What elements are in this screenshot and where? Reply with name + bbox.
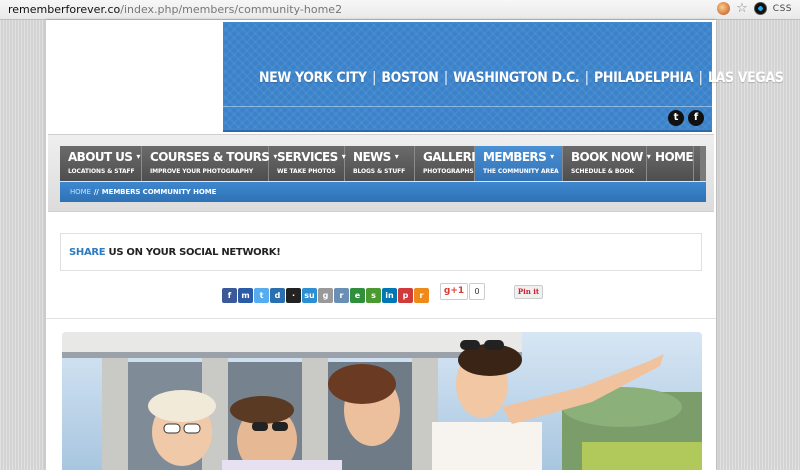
header-social-links: t f (668, 110, 704, 126)
chevron-down-icon: ▾ (136, 152, 140, 161)
nav-item-members[interactable]: MEMBERS ▾ THE COMMUNITY AREA (475, 146, 563, 181)
extension-icon[interactable] (753, 2, 767, 15)
main-nav: ABOUT US ▾ LOCATIONS & STAFF COURSES & TOUR… (60, 146, 706, 181)
nav-item-label: BOOK NOW ▾ (571, 150, 651, 164)
share-heading-text: US ON YOUR SOCIAL NETWORK! (105, 247, 281, 258)
nav-item-label: GALLERIES (423, 150, 491, 164)
city-separator: | (443, 70, 448, 86)
nav-item-label-text: MEMBERS (483, 150, 547, 164)
nav-item-label: COURSES & TOURS ▾ (150, 150, 277, 164)
nav-item-about-us[interactable]: ABOUT US ▾ LOCATIONS & STAFF (60, 146, 142, 181)
nav-item-subtitle: THE COMMUNITY AREA (483, 168, 559, 175)
city-name: NEW YORK CITY (259, 70, 367, 86)
twitter-share-icon[interactable]: t (254, 288, 269, 303)
city-name: PHILADELPHIA (594, 70, 694, 86)
evernote-share-icon[interactable]: e (350, 288, 365, 303)
facebook-icon[interactable]: f (688, 110, 704, 126)
reddit-share-icon[interactable]: r (334, 288, 349, 303)
google-plus-button[interactable]: g+1 (440, 283, 468, 300)
city-separator: | (372, 70, 376, 86)
chevron-down-icon: ▾ (550, 152, 554, 161)
url-domain: rememberforever.co (8, 3, 121, 16)
browser-url-bar[interactable]: rememberforever.co/index.php/members/com… (0, 0, 800, 20)
share-icon[interactable]: s (366, 288, 381, 303)
breadcrumb-separator: // (93, 188, 99, 196)
share-icons-row: f m t d · su g r e s in p r (222, 288, 429, 303)
google-share-icon[interactable]: g (318, 288, 333, 303)
nav-item-label-text: SERVICES (277, 150, 338, 164)
browser-toolbar-icons: ☆ CSS (717, 2, 792, 15)
banner-divider (223, 106, 712, 107)
nav-item-label: NEWS ▾ (353, 150, 414, 164)
css-extension-label[interactable]: CSS (773, 4, 792, 14)
nav-item-label-text: COURSES & TOURS (150, 150, 270, 164)
hero-photo-illustration (62, 332, 702, 470)
site-blocker-icon[interactable] (717, 2, 731, 15)
pinterest-share-icon[interactable]: p (398, 288, 413, 303)
nav-item-book-now[interactable]: BOOK NOW ▾ SCHEDULE & BOOK (563, 146, 651, 181)
header-banner: NEW YORK CITY | BOSTON | WASHINGTON D.C. | PHI… (223, 22, 784, 132)
city-name: WASHINGTON D.C. (453, 70, 580, 86)
city-name: BOSTON (381, 70, 439, 86)
twitter-icon[interactable]: t (668, 110, 684, 126)
nav-item-home[interactable]: HOME (647, 146, 694, 181)
nav-item-courses-tours[interactable]: COURSES & TOURS ▾ IMPROVE YOUR PHOTOGRAPHY (142, 146, 277, 181)
url-text[interactable]: rememberforever.co/index.php/members/com… (8, 3, 342, 16)
linkedin-share-icon[interactable]: in (382, 288, 397, 303)
facebook-share-icon[interactable]: f (222, 288, 237, 303)
stumbleupon-share-icon[interactable]: su (302, 288, 317, 303)
url-path: /index.php/members/community-home2 (120, 3, 343, 16)
digg-share-icon[interactable]: d (270, 288, 285, 303)
city-separator: | (698, 70, 703, 86)
nav-item-subtitle: WE TAKE PHOTOS (277, 168, 336, 175)
nav-item-subtitle: PHOTOGRAPHS (423, 168, 474, 175)
breadcrumb-home-link[interactable]: HOME (70, 188, 91, 196)
city-separator: | (584, 70, 589, 86)
nav-item-subtitle: BLOGS & STUFF (353, 168, 406, 175)
nav-item-label: ABOUT US ▾ (68, 150, 141, 164)
content-divider (46, 318, 716, 319)
chevron-down-icon: ▾ (394, 152, 399, 161)
nav-item-subtitle: LOCATIONS & STAFF (68, 168, 135, 175)
nav-item-label-text: ABOUT US (68, 150, 133, 164)
nav-item-news[interactable]: NEWS ▾ BLOGS & STUFF (345, 146, 415, 181)
nav-item-label-text: NEWS (353, 150, 391, 164)
share-keyword: SHARE (69, 247, 106, 258)
rss-share-icon[interactable]: r (414, 288, 429, 303)
nav-item-subtitle: SCHEDULE & BOOK (571, 168, 634, 175)
myspace-share-icon[interactable]: m (238, 288, 253, 303)
delicious-share-icon[interactable]: · (286, 288, 301, 303)
google-plus-count: 0 (469, 283, 485, 300)
nav-item-subtitle: IMPROVE YOUR PHOTOGRAPHY (150, 168, 254, 175)
logo-area (46, 20, 222, 132)
nav-item-label: SERVICES ▾ (277, 150, 346, 164)
nav-item-label-text: BOOK NOW (571, 150, 643, 164)
bookmark-star-icon[interactable]: ☆ (736, 2, 748, 15)
nav-item-label: HOME (655, 150, 694, 164)
nav-item-galleries[interactable]: GALLERIES PHOTOGRAPHS (415, 146, 491, 181)
navigation-area: ABOUT US ▾ LOCATIONS & STAFF COURSES & TOUR… (48, 134, 714, 212)
city-list: NEW YORK CITY | BOSTON | WASHINGTON D.C. | PHI… (259, 70, 784, 86)
share-heading-box: SHARE US ON YOUR SOCIAL NETWORK! (60, 233, 702, 271)
nav-item-label: MEMBERS ▾ (483, 150, 562, 164)
hero-photo (62, 332, 702, 470)
breadcrumb: HOME//MEMBERS COMMUNITY HOME (60, 182, 706, 202)
nav-item-services[interactable]: SERVICES ▾ WE TAKE PHOTOS (269, 146, 346, 181)
page-container: NEW YORK CITY | BOSTON | WASHINGTON D.C. | PHI… (46, 20, 784, 470)
nav-item-label-text: HOME (655, 150, 694, 164)
city-name: LAS VEGAS (707, 70, 784, 86)
breadcrumb-current: MEMBERS COMMUNITY HOME (101, 188, 217, 196)
pin-it-button[interactable]: Pin it (514, 285, 543, 299)
